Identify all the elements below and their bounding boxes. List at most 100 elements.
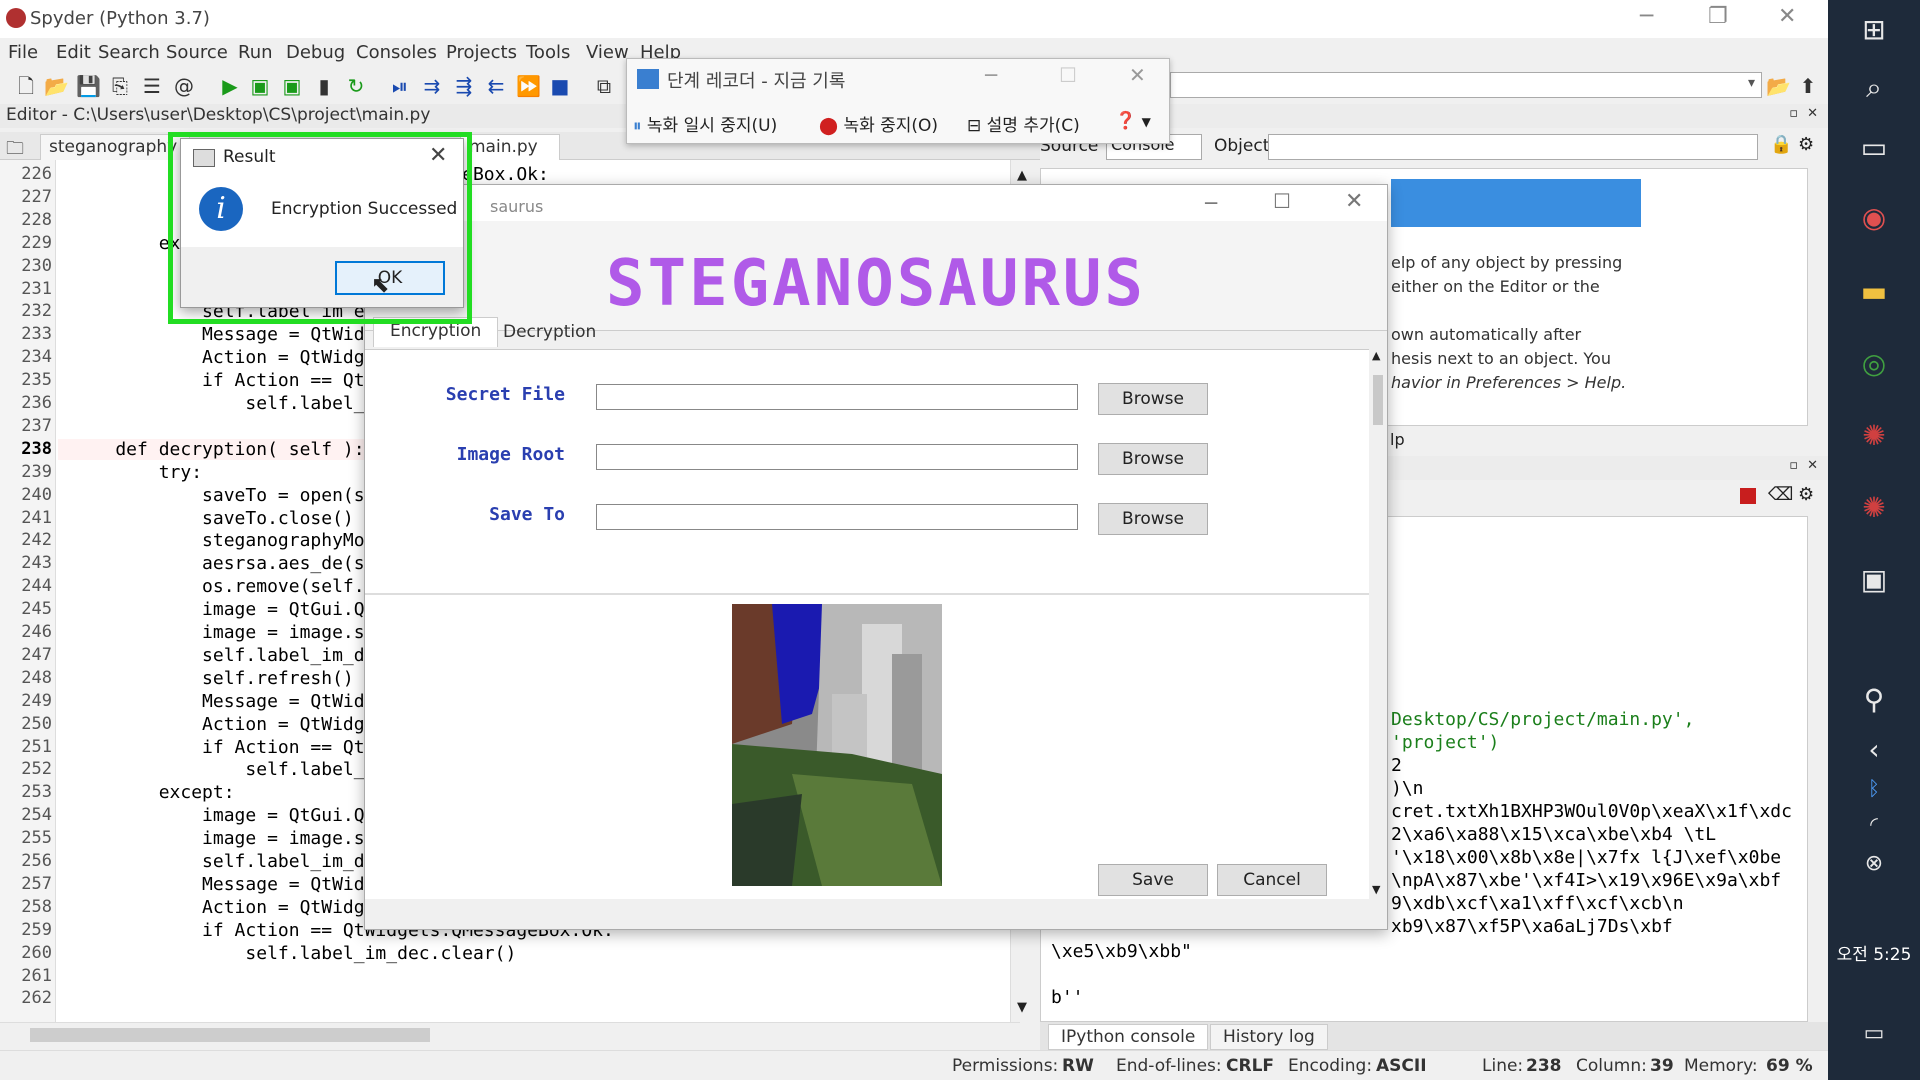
close-pane-icon[interactable]: ✕	[1807, 106, 1818, 121]
undock-icon[interactable]: ▫	[1789, 106, 1798, 121]
code-line[interactable]: if Action == QtW	[72, 737, 375, 758]
chevron-left-icon[interactable]: ‹	[1854, 730, 1894, 770]
stop-debug-icon[interactable]: ■	[548, 74, 572, 98]
at-icon[interactable]: @	[172, 74, 196, 98]
file-explorer-icon[interactable]: ▬	[1854, 272, 1894, 312]
eraser-icon[interactable]: ⌫	[1768, 484, 1793, 505]
menu-consoles[interactable]: Consoles	[356, 42, 437, 63]
menu-debug[interactable]: Debug	[286, 42, 345, 63]
help-tab[interactable]: lp	[1390, 430, 1405, 449]
code-line[interactable]: image = image.sc	[72, 828, 375, 849]
minimize-icon[interactable]: ─	[985, 63, 997, 87]
code-line[interactable]: self.label_im_dec.clear()	[72, 943, 516, 964]
code-line[interactable]: Message = QtWidg	[72, 691, 375, 712]
chrome-icon[interactable]: ◎	[1854, 344, 1894, 384]
code-line[interactable]: saveTo = open(se	[72, 485, 375, 506]
editor-horizontal-scrollbar[interactable]	[0, 1022, 1020, 1046]
scroll-thumb[interactable]	[30, 1028, 430, 1042]
code-line[interactable]: Action = QtWidge	[72, 897, 375, 918]
save-icon[interactable]: 💾	[76, 74, 101, 98]
search-icon[interactable]: ⌕	[1854, 68, 1894, 108]
code-line[interactable]: self.label_i	[72, 393, 375, 414]
code-line[interactable]: Action = QtWidge	[72, 347, 375, 368]
code-line[interactable]: saveTo.close()	[72, 508, 354, 529]
code-line[interactable]: self.refresh()	[72, 668, 354, 689]
code-line[interactable]: Message = QtWidg	[72, 874, 375, 895]
code-line[interactable]: self.label_i	[72, 759, 375, 780]
wifi-icon[interactable]: ◜	[1854, 804, 1894, 844]
save-to-input[interactable]	[596, 504, 1078, 530]
outline-icon[interactable]: ☰	[140, 74, 164, 98]
cancel-button[interactable]: Cancel	[1217, 864, 1327, 896]
people-icon[interactable]: ⚲	[1854, 680, 1894, 720]
code-line[interactable]: self.label_im_de	[72, 851, 375, 872]
close-icon[interactable]: ✕	[1129, 63, 1146, 87]
run-cell-advance-icon[interactable]: ▣	[280, 74, 304, 98]
notification-icon[interactable]: ▭	[1854, 1014, 1894, 1054]
code-line[interactable]: image = QtGui.QP	[72, 599, 375, 620]
minimize-icon[interactable]: ─	[1640, 4, 1653, 29]
scroll-down-icon[interactable]: ▼	[1372, 883, 1380, 896]
close-icon[interactable]: ✕	[429, 143, 447, 168]
tab-steganography[interactable]: steganography	[40, 134, 190, 160]
pause-record-button[interactable]: ⏸ 녹화 일시 중지(U)	[633, 111, 777, 136]
help-button[interactable]: ❓ ▼	[1115, 111, 1151, 131]
spyder-taskbar-icon[interactable]: ✺	[1854, 416, 1894, 456]
menu-edit[interactable]: Edit	[56, 42, 91, 63]
stop-record-button[interactable]: ⬤ 녹화 중지(O)	[819, 111, 938, 136]
menu-source[interactable]: Source	[166, 42, 228, 63]
steg-vertical-scrollbar[interactable]: ▲ ▼	[1369, 349, 1387, 899]
scroll-thumb[interactable]	[1373, 375, 1383, 425]
save-button[interactable]: Save	[1098, 864, 1208, 896]
code-line[interactable]: aesrsa.aes_de(se	[72, 553, 375, 574]
step-icon[interactable]: ⇉	[420, 74, 444, 98]
parent-dir-icon[interactable]: ⬆	[1796, 74, 1820, 98]
app-icon[interactable]: ◉	[1854, 198, 1894, 238]
bluetooth-icon[interactable]: ᛒ	[1854, 768, 1894, 808]
menu-search[interactable]: Search	[98, 42, 160, 63]
code-line[interactable]: steganographyMod	[72, 530, 375, 551]
undock-icon[interactable]: ▫	[1789, 458, 1798, 473]
working-dir-select[interactable]: ▾	[1170, 72, 1762, 98]
scroll-up-icon[interactable]: ▲	[1017, 168, 1027, 183]
code-line[interactable]: image = image.sc	[72, 622, 375, 643]
browse-image-button[interactable]: Browse	[1098, 443, 1208, 475]
browse-dir-icon[interactable]: 📂	[1766, 74, 1791, 98]
open-file-icon[interactable]: 📂	[44, 74, 69, 98]
tab-ipython-console[interactable]: IPython console	[1048, 1024, 1209, 1050]
code-line[interactable]: except:	[72, 782, 235, 803]
taskbar-clock[interactable]: 오전 5:25	[1828, 940, 1920, 965]
code-line[interactable]: if Action == QtW	[72, 370, 375, 391]
task-view-icon[interactable]: ▭	[1854, 128, 1894, 168]
code-line[interactable]: try:	[72, 462, 202, 483]
save-all-icon[interactable]: ⎘	[108, 74, 132, 98]
step-return-icon[interactable]: ⇇	[484, 74, 508, 98]
steps-recorder-icon[interactable]: ▣	[1854, 560, 1894, 600]
close-pane-icon[interactable]: ✕	[1807, 458, 1818, 473]
restore-icon[interactable]: ❐	[1708, 4, 1728, 29]
scroll-up-icon[interactable]: ▲	[1372, 349, 1380, 362]
maximize-icon[interactable]: ☐	[1273, 189, 1291, 213]
ok-button[interactable]: OK	[335, 261, 445, 295]
image-root-input[interactable]	[596, 444, 1078, 470]
new-file-icon[interactable]: 🗋	[14, 74, 38, 98]
lock-icon[interactable]: 🔒	[1770, 134, 1792, 155]
menu-file[interactable]: File	[8, 42, 38, 63]
minimize-icon[interactable]: ─	[1205, 191, 1217, 215]
spyder-taskbar-icon-2[interactable]: ✺	[1854, 488, 1894, 528]
run-selection-icon[interactable]: ▮	[312, 74, 336, 98]
menu-view[interactable]: View	[586, 42, 629, 63]
code-line[interactable]: image = QtGui.QP	[72, 805, 375, 826]
code-line[interactable]: self.label_im_de	[72, 645, 375, 666]
tab-decryption[interactable]: Decryption	[487, 319, 612, 349]
windows-start-icon[interactable]: ⊞	[1854, 10, 1894, 50]
object-input[interactable]	[1268, 134, 1758, 160]
code-line[interactable]: Action = QtWidge	[72, 714, 375, 735]
continue-icon[interactable]: ⏩	[516, 74, 541, 98]
close-icon[interactable]: ✕	[1778, 4, 1796, 29]
run-cell-icon[interactable]: ▣	[248, 74, 272, 98]
stop-kernel-icon[interactable]	[1740, 488, 1756, 504]
secret-file-input[interactable]	[596, 384, 1078, 410]
menu-projects[interactable]: Projects	[446, 42, 517, 63]
run-icon[interactable]: ▶	[218, 74, 242, 98]
